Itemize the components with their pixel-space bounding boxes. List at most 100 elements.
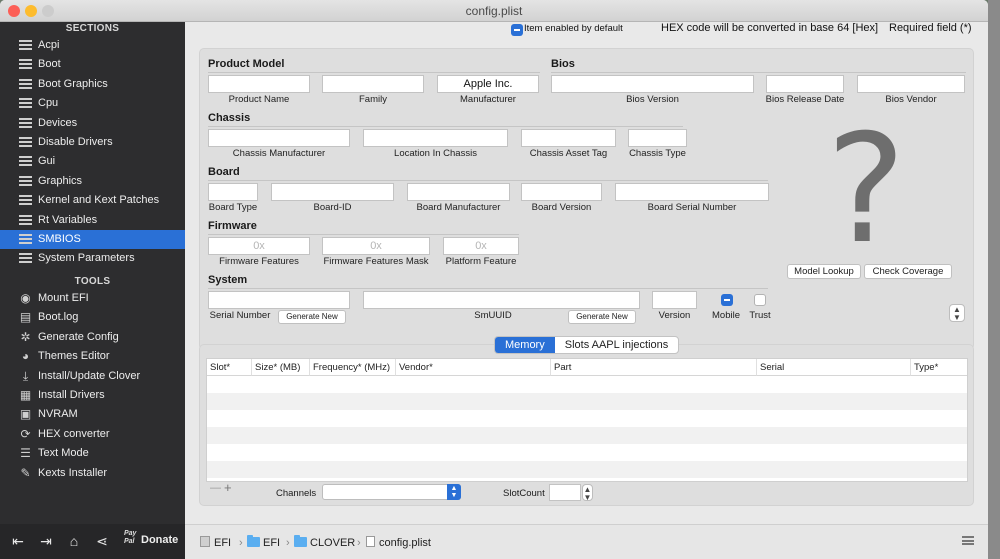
tool-item-install-update-clover[interactable]: ⤓ Install/Update Clover	[0, 367, 185, 386]
folder-icon	[247, 535, 260, 547]
remove-row-button[interactable]: —	[210, 482, 221, 494]
table-row[interactable]	[207, 444, 967, 461]
sidebar-item-acpi[interactable]: Acpi	[0, 36, 185, 55]
sidebar-item-smbios[interactable]: SMBIOS	[0, 230, 185, 249]
paypal-icon[interactable]: Pay Pal	[124, 530, 138, 546]
sidebar-item-label: Graphics	[38, 174, 83, 187]
text-icon: ☰	[20, 446, 31, 461]
smuuid-field[interactable]	[363, 291, 640, 309]
family-field[interactable]	[322, 75, 424, 93]
generate-smuuid-button[interactable]: Generate New	[568, 310, 636, 324]
firmware-features-mask-field[interactable]: 0x	[322, 237, 430, 255]
column-slot[interactable]: Slot*	[207, 359, 252, 376]
sidebar-item-boot-graphics[interactable]: Boot Graphics	[0, 75, 185, 94]
column-part[interactable]: Part	[551, 359, 757, 376]
board-version-field[interactable]	[521, 183, 602, 201]
table-row[interactable]	[207, 410, 967, 427]
sidebar-item-label: Disable Drivers	[38, 136, 113, 148]
sidebar-item-system-parameters[interactable]: System Parameters	[0, 249, 185, 268]
sidebar-item-gui[interactable]: Gui	[0, 152, 185, 171]
sidebar-item-kernel-and-kext-patches[interactable]: Kernel and Kext Patches	[0, 191, 185, 210]
channels-label: Channels	[276, 488, 317, 499]
table-row[interactable]	[207, 376, 967, 393]
menu-lines-icon[interactable]	[962, 536, 974, 545]
list-icon	[19, 234, 32, 245]
sidebar-item-rt-variables[interactable]: Rt Variables	[0, 211, 185, 230]
chassis-type-field[interactable]	[628, 129, 687, 147]
table-row[interactable]	[207, 393, 967, 410]
tool-item-generate-config[interactable]: ✲ Generate Config	[0, 328, 185, 347]
chassis-manufacturer-field[interactable]	[208, 129, 350, 147]
tool-item-hex-converter[interactable]: ⟳ HEX converter	[0, 425, 185, 444]
add-row-button[interactable]: +	[224, 480, 232, 495]
path-segment-efi-disk[interactable]: EFI	[200, 535, 231, 551]
column-serial[interactable]: Serial	[757, 359, 911, 376]
slotcount-field[interactable]	[549, 484, 581, 501]
path-segment-config[interactable]: config.plist	[366, 535, 431, 551]
share-icon[interactable]: ⋖	[94, 533, 110, 549]
drivers-icon: ▦	[19, 388, 32, 402]
bios-version-field[interactable]	[551, 75, 754, 93]
tab-memory[interactable]: Memory	[495, 337, 555, 353]
board-id-field[interactable]	[271, 183, 394, 201]
sidebar-item-cpu[interactable]: Cpu	[0, 94, 185, 113]
model-stepper[interactable]: ▲ ▼	[949, 304, 965, 322]
tool-item-mount-efi[interactable]: ◉ Mount EFI	[0, 289, 185, 308]
tool-item-install-drivers[interactable]: ▦ Install Drivers	[0, 386, 185, 405]
column-size[interactable]: Size* (MB)	[252, 359, 310, 376]
channels-select[interactable]: ▲ ▼	[322, 484, 461, 500]
tool-item-text-mode[interactable]: ☰ Text Mode	[0, 444, 185, 463]
serial-number-label: Serial Number	[209, 310, 271, 321]
location-in-chassis-label: Location In Chassis	[394, 148, 477, 159]
trust-label: Trust	[749, 310, 771, 321]
tool-item-nvram[interactable]: ▣ NVRAM	[0, 405, 185, 424]
firmware-features-field[interactable]: 0x	[208, 237, 310, 255]
path-segment-clover[interactable]: CLOVER	[294, 535, 355, 551]
version-field[interactable]	[652, 291, 697, 309]
table-row[interactable]	[207, 461, 967, 478]
model-lookup-button[interactable]: Model Lookup	[787, 264, 861, 279]
tab-slots-aapl-injections[interactable]: Slots AAPL injections	[555, 337, 679, 353]
board-heading: Board	[208, 166, 768, 181]
board-manufacturer-field[interactable]	[407, 183, 510, 201]
hex-note: HEX code will be converted in base 64 [H…	[661, 22, 879, 34]
platform-feature-field[interactable]: 0x	[443, 237, 519, 255]
tool-item-boot-log[interactable]: ▤ Boot.log	[0, 308, 185, 327]
zoom-button[interactable]	[42, 5, 54, 17]
sidebar-item-boot[interactable]: Boot	[0, 55, 185, 74]
generate-serial-button[interactable]: Generate New	[278, 310, 346, 324]
donate-button[interactable]: Donate	[141, 534, 178, 546]
minimize-button[interactable]	[25, 5, 37, 17]
board-serial-number-label: Board Serial Number	[647, 202, 737, 213]
board-type-field[interactable]	[208, 183, 258, 201]
sidebar-item-graphics[interactable]: Graphics	[0, 172, 185, 191]
export-icon[interactable]: ⇥	[38, 533, 54, 549]
sidebar-item-disable-drivers[interactable]: Disable Drivers	[0, 133, 185, 152]
chassis-asset-tag-field[interactable]	[521, 129, 616, 147]
bios-release-date-field[interactable]	[766, 75, 844, 93]
tool-item-label: Boot.log	[38, 311, 79, 324]
home-icon[interactable]: ⌂	[66, 533, 82, 549]
product-model-heading: Product Model	[208, 58, 540, 73]
product-name-field[interactable]	[208, 75, 310, 93]
bios-vendor-field[interactable]	[857, 75, 965, 93]
column-frequency[interactable]: Frequency* (MHz)	[310, 359, 396, 376]
sidebar-item-devices[interactable]: Devices	[0, 114, 185, 133]
tool-item-kexts-installer[interactable]: ✎ Kexts Installer	[0, 464, 185, 483]
tool-item-themes-editor[interactable]: ◕ Themes Editor	[0, 347, 185, 366]
slotcount-stepper[interactable]: ▲ ▼	[582, 484, 593, 502]
column-vendor[interactable]: Vendor*	[396, 359, 551, 376]
path-segment-efi[interactable]: EFI	[247, 535, 280, 551]
close-button[interactable]	[8, 5, 20, 17]
table-row[interactable]	[207, 427, 967, 444]
location-in-chassis-field[interactable]	[363, 129, 508, 147]
import-icon[interactable]: ⇤	[10, 533, 26, 549]
board-serial-number-field[interactable]	[615, 183, 769, 201]
product-name-label: Product Name	[228, 94, 290, 105]
manufacturer-field[interactable]: Apple Inc.	[437, 75, 539, 93]
check-coverage-button[interactable]: Check Coverage	[864, 264, 952, 279]
trust-checkbox[interactable]	[754, 294, 766, 306]
mobile-checkbox[interactable]	[721, 294, 733, 306]
column-type[interactable]: Type*	[911, 359, 967, 376]
serial-number-field[interactable]	[208, 291, 350, 309]
